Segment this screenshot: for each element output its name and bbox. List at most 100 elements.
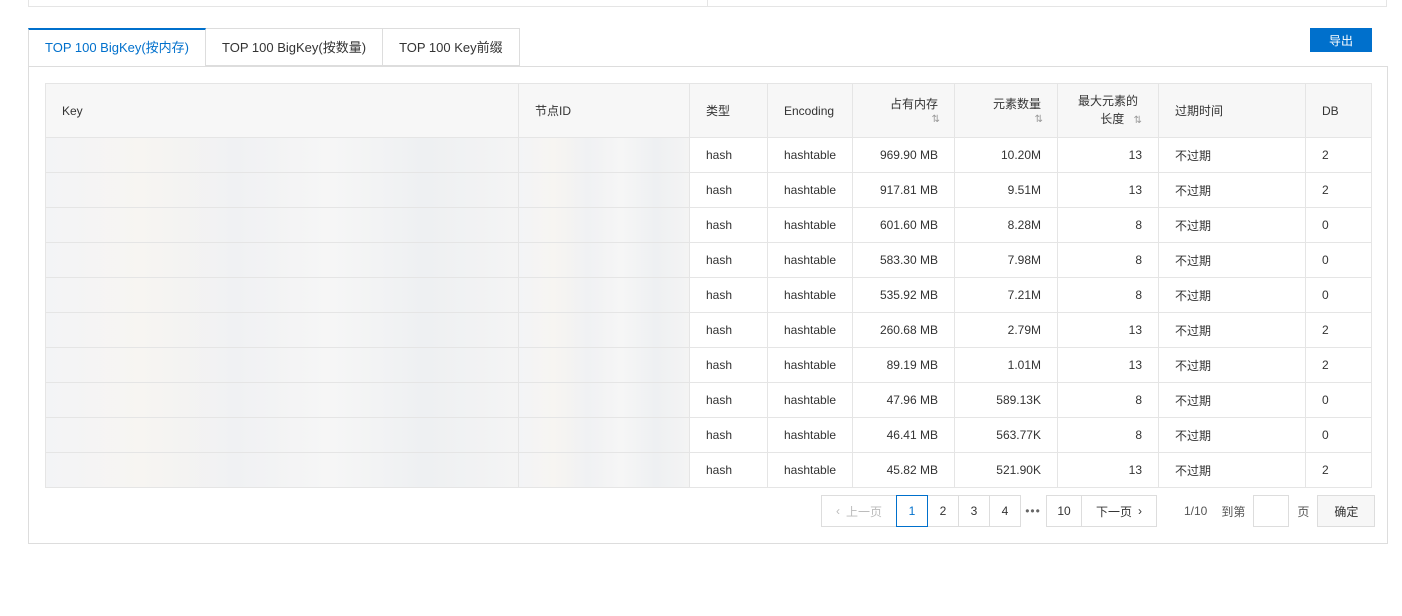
cell-max-len: 8 bbox=[1057, 207, 1159, 243]
table-row: hash hashtable 260.68 MB 2.79M 13 不过期 2 bbox=[45, 312, 1372, 348]
export-button[interactable]: 导出 bbox=[1310, 28, 1372, 52]
cell-type: hash bbox=[689, 347, 768, 383]
cell-memory: 601.60 MB bbox=[852, 207, 955, 243]
table-header-row: Key 节点ID 类型 Encoding 占有内存 ⇅ 元素数量 ⇅ 最大元素的… bbox=[45, 83, 1372, 138]
next-page-label: 下一页 bbox=[1095, 504, 1132, 519]
cell-encoding: hashtable bbox=[767, 312, 853, 348]
cell-expire: 不过期 bbox=[1158, 347, 1306, 383]
cell-type: hash bbox=[689, 277, 768, 313]
cell-elements: 7.98M bbox=[954, 242, 1058, 278]
cell-db: 2 bbox=[1305, 347, 1372, 383]
col-header-max-elem-len[interactable]: 最大元素的 长度 ⇅ bbox=[1057, 83, 1159, 138]
cell-expire: 不过期 bbox=[1158, 172, 1306, 208]
cell-elements: 8.28M bbox=[954, 207, 1058, 243]
col-header-elements[interactable]: 元素数量 ⇅ bbox=[954, 83, 1058, 138]
col-header-max-len-line2: 长度 bbox=[1100, 111, 1125, 126]
cell-db: 0 bbox=[1305, 382, 1372, 418]
tab-bigkey-by-memory[interactable]: TOP 100 BigKey(按内存) bbox=[28, 28, 207, 67]
pagination: ‹ 上一页 1 2 3 4 ••• 10 下一页 › 1/10 到第 页 确定 bbox=[821, 495, 1376, 527]
cell-expire: 不过期 bbox=[1158, 207, 1306, 243]
sort-icon[interactable]: ⇅ bbox=[971, 114, 1043, 126]
cell-encoding: hashtable bbox=[767, 347, 853, 383]
cell-memory: 46.41 MB bbox=[852, 417, 955, 453]
col-header-db: DB bbox=[1305, 83, 1372, 138]
cell-node-id-redacted bbox=[518, 137, 690, 173]
table-row: hash hashtable 47.96 MB 589.13K 8 不过期 0 bbox=[45, 382, 1372, 418]
col-header-node-id: 节点ID bbox=[518, 83, 690, 138]
cell-max-len: 8 bbox=[1057, 277, 1159, 313]
table-row: hash hashtable 917.81 MB 9.51M 13 不过期 2 bbox=[45, 172, 1372, 208]
cell-encoding: hashtable bbox=[767, 417, 853, 453]
cell-type: hash bbox=[689, 137, 768, 173]
cell-db: 2 bbox=[1305, 312, 1372, 348]
page-summary: 1/10 bbox=[1184, 504, 1208, 518]
cell-key-redacted bbox=[45, 277, 519, 313]
page-button[interactable]: 4 bbox=[989, 495, 1021, 527]
cell-max-len: 8 bbox=[1057, 382, 1159, 418]
confirm-goto-button[interactable]: 确定 bbox=[1317, 495, 1376, 527]
cell-expire: 不过期 bbox=[1158, 137, 1306, 173]
cell-max-len: 13 bbox=[1057, 137, 1159, 173]
chevron-left-icon: ‹ bbox=[835, 504, 840, 518]
cell-encoding: hashtable bbox=[767, 137, 853, 173]
page-button[interactable]: 1 bbox=[896, 495, 928, 527]
page-button[interactable]: 3 bbox=[958, 495, 990, 527]
cell-db: 0 bbox=[1305, 277, 1372, 313]
cell-max-len: 13 bbox=[1057, 312, 1159, 348]
prev-page-button[interactable]: ‹ 上一页 bbox=[821, 495, 897, 527]
cell-encoding: hashtable bbox=[767, 172, 853, 208]
page-button-last[interactable]: 10 bbox=[1046, 495, 1082, 527]
next-page-button[interactable]: 下一页 › bbox=[1081, 495, 1157, 527]
cell-max-len: 13 bbox=[1057, 172, 1159, 208]
col-header-type: 类型 bbox=[689, 83, 768, 138]
cell-encoding: hashtable bbox=[767, 207, 853, 243]
cell-expire: 不过期 bbox=[1158, 382, 1306, 418]
page-button[interactable]: 2 bbox=[927, 495, 959, 527]
table-row: hash hashtable 969.90 MB 10.20M 13 不过期 2 bbox=[45, 137, 1372, 173]
tab-key-prefix[interactable]: TOP 100 Key前缀 bbox=[383, 28, 520, 66]
cell-expire: 不过期 bbox=[1158, 242, 1306, 278]
cell-type: hash bbox=[689, 417, 768, 453]
cell-db: 2 bbox=[1305, 137, 1372, 173]
col-header-memory[interactable]: 占有内存 ⇅ bbox=[852, 83, 955, 138]
table-row: hash hashtable 583.30 MB 7.98M 8 不过期 0 bbox=[45, 242, 1372, 278]
table-row: hash hashtable 45.82 MB 521.90K 13 不过期 2 bbox=[45, 452, 1372, 488]
prev-page-label: 上一页 bbox=[845, 504, 882, 519]
cell-type: hash bbox=[689, 452, 768, 488]
cell-node-id-redacted bbox=[518, 452, 690, 488]
sort-icon[interactable]: ⇅ bbox=[869, 114, 940, 126]
cell-elements: 521.90K bbox=[954, 452, 1058, 488]
cell-node-id-redacted bbox=[518, 312, 690, 348]
cell-key-redacted bbox=[45, 312, 519, 348]
cell-db: 0 bbox=[1305, 242, 1372, 278]
goto-page-input[interactable] bbox=[1253, 495, 1290, 527]
cell-key-redacted bbox=[45, 382, 519, 418]
cell-memory: 535.92 MB bbox=[852, 277, 955, 313]
cell-type: hash bbox=[689, 207, 768, 243]
cell-elements: 10.20M bbox=[954, 137, 1058, 173]
cell-elements: 7.21M bbox=[954, 277, 1058, 313]
tab-bigkey-by-count[interactable]: TOP 100 BigKey(按数量) bbox=[206, 28, 384, 66]
tab-bar: TOP 100 BigKey(按内存) TOP 100 BigKey(按数量) … bbox=[28, 28, 520, 67]
table-row: hash hashtable 46.41 MB 563.77K 8 不过期 0 bbox=[45, 417, 1372, 453]
col-header-encoding: Encoding bbox=[767, 83, 853, 138]
cell-encoding: hashtable bbox=[767, 452, 853, 488]
cell-type: hash bbox=[689, 382, 768, 418]
cell-memory: 583.30 MB bbox=[852, 242, 955, 278]
cell-memory: 47.96 MB bbox=[852, 382, 955, 418]
cell-elements: 9.51M bbox=[954, 172, 1058, 208]
cell-memory: 260.68 MB bbox=[852, 312, 955, 348]
cell-memory: 969.90 MB bbox=[852, 137, 955, 173]
cell-node-id-redacted bbox=[518, 242, 690, 278]
cell-expire: 不过期 bbox=[1158, 417, 1306, 453]
cell-elements: 1.01M bbox=[954, 347, 1058, 383]
table-row: hash hashtable 89.19 MB 1.01M 13 不过期 2 bbox=[45, 347, 1372, 383]
sort-icon[interactable]: ⇅ bbox=[1134, 115, 1142, 126]
cell-key-redacted bbox=[45, 172, 519, 208]
cell-encoding: hashtable bbox=[767, 242, 853, 278]
cell-key-redacted bbox=[45, 207, 519, 243]
col-header-key: Key bbox=[45, 83, 519, 138]
cell-max-len: 13 bbox=[1057, 347, 1159, 383]
goto-label: 到第 bbox=[1221, 504, 1246, 519]
cell-max-len: 8 bbox=[1057, 242, 1159, 278]
